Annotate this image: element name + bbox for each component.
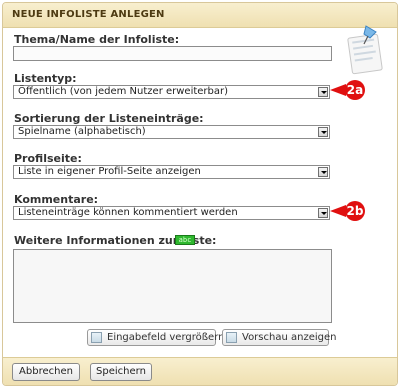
kommentare-value: Listeneinträge können kommentiert werden <box>18 207 238 218</box>
panel-title: Neue Infoliste anlegen <box>12 9 165 20</box>
callout-2b-label: 2b <box>346 204 364 218</box>
kommentare-select[interactable]: Listeneinträge können kommentiert werden <box>13 206 330 220</box>
callout-2a: 2a <box>330 80 365 100</box>
profilseite-label: Profilseite: <box>14 152 82 165</box>
thema-label: Thema/Name der Infoliste: <box>14 33 180 46</box>
sortierung-value: Spielname (alphabetisch) <box>18 126 146 137</box>
profilseite-select[interactable]: Liste in eigener Profil-Seite anzeigen <box>13 165 330 179</box>
form-footer: Abbrechen Speichern <box>3 357 397 385</box>
enlarge-field-button[interactable]: Eingabefeld vergrößern <box>87 329 224 346</box>
listentyp-value: Öffentlich (von jedem Nutzer erweiterbar… <box>18 86 229 97</box>
callout-2a-label: 2a <box>346 83 364 97</box>
panel-header: Neue Infoliste anlegen <box>3 3 397 28</box>
thema-input[interactable] <box>13 46 332 61</box>
listentyp-select[interactable]: Öffentlich (von jedem Nutzer erweiterbar… <box>13 85 330 99</box>
enlarge-field-label: Eingabefeld vergrößern <box>107 332 225 343</box>
preview-button[interactable]: Vorschau anzeigen <box>222 329 336 346</box>
spellcheck-icon[interactable]: abc <box>175 235 195 245</box>
chevron-down-icon[interactable] <box>318 167 328 177</box>
cancel-button[interactable]: Abbrechen <box>12 363 80 381</box>
profilseite-value: Liste in eigener Profil-Seite anzeigen <box>18 166 201 177</box>
chevron-down-icon[interactable] <box>318 208 328 218</box>
save-button[interactable]: Speichern <box>90 363 152 381</box>
notepad-pushpin-icon <box>347 25 383 75</box>
sortierung-select[interactable]: Spielname (alphabetisch) <box>13 125 330 139</box>
chevron-down-icon[interactable] <box>318 127 328 137</box>
enlarge-field-icon <box>91 332 102 343</box>
preview-icon <box>226 332 237 343</box>
kommentare-label: Kommentare: <box>14 193 99 206</box>
new-infolist-panel: Neue Infoliste anlegen Thema/Name der In… <box>2 2 398 386</box>
weitere-textarea[interactable] <box>13 249 332 323</box>
preview-label: Vorschau anzeigen <box>242 332 337 343</box>
sortierung-label: Sortierung der Listeneinträge: <box>14 112 204 125</box>
listentyp-label: Listentyp: <box>14 72 77 85</box>
chevron-down-icon[interactable] <box>318 87 328 97</box>
callout-2b: 2b <box>330 201 365 221</box>
